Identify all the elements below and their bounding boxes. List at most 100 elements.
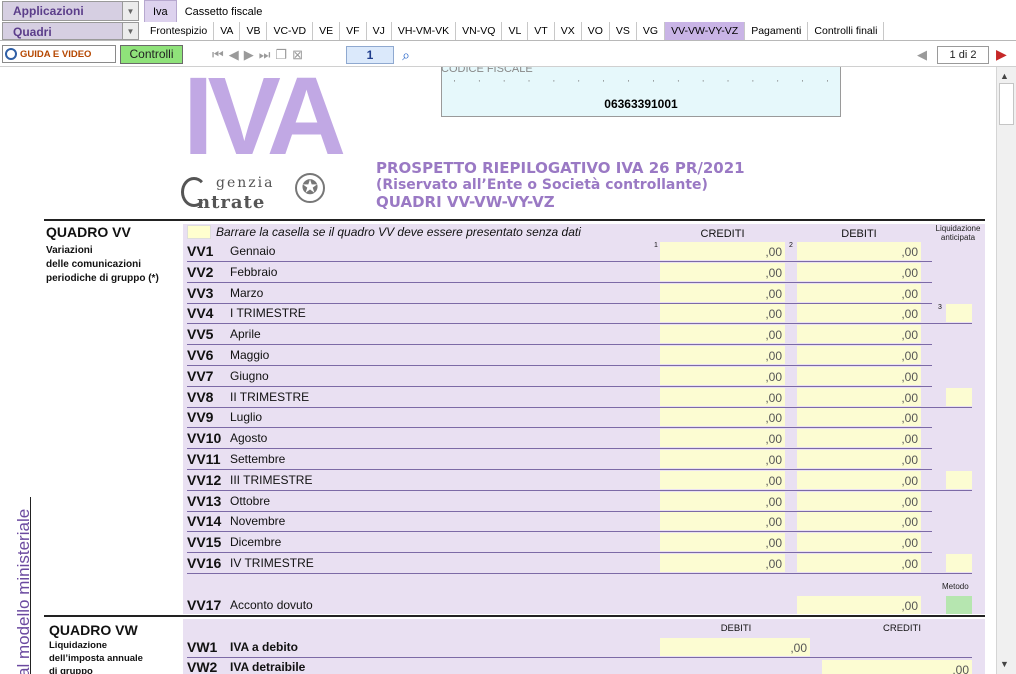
vv-row-desc: Settembre [230, 452, 286, 466]
vw1-debiti-field[interactable]: ,00 [660, 638, 810, 656]
tab-vg[interactable]: VG [637, 22, 666, 40]
tab-vb[interactable]: VB [240, 22, 268, 40]
vv-row-code: VV3 [187, 284, 214, 301]
vv-debiti-field[interactable]: ,00 [797, 470, 921, 489]
vv17-debiti-field[interactable]: ,00 [797, 596, 921, 614]
tab-cassetto-fiscale[interactable]: Cassetto fiscale [177, 1, 271, 22]
vv-debiti-field[interactable]: ,00 [797, 533, 921, 552]
tab-vn-vq[interactable]: VN-VQ [456, 22, 503, 40]
vv-row-code: VV15 [187, 534, 222, 551]
copy-page-icon[interactable]: ❐ [275, 47, 287, 63]
tab-ve[interactable]: VE [313, 22, 341, 40]
vv-crediti-field[interactable]: ,00 [660, 450, 785, 468]
emblem-icon: ✪ [295, 173, 325, 203]
vv-debiti-field[interactable]: ,00 [797, 242, 921, 260]
liquidazione-anticipata-field[interactable] [946, 470, 972, 489]
barrare-label: Barrare la casella se il quadro VV deve … [216, 225, 581, 239]
vv-debiti-field[interactable]: ,00 [797, 366, 921, 385]
tab-controlli-finali[interactable]: Controlli finali [808, 22, 885, 40]
vv-crediti-field[interactable]: ,00 [660, 491, 785, 510]
vv-crediti-field[interactable]: ,00 [660, 408, 785, 427]
search-icon [5, 48, 17, 60]
row-separator [187, 657, 972, 658]
liquidazione-anticipata-field[interactable] [946, 387, 972, 406]
find-icon[interactable]: ⌕ [398, 47, 414, 63]
vv-crediti-field[interactable]: ,00 [660, 387, 785, 406]
vv-debiti-field[interactable]: ,00 [797, 325, 921, 344]
vv-crediti-field[interactable]: ,00 [660, 304, 785, 323]
first-page-icon[interactable]: ⏮ [212, 47, 224, 63]
vv-row-code: VV11 [187, 451, 221, 467]
vv-debiti-field[interactable]: ,00 [797, 283, 921, 302]
tab-vo[interactable]: VO [582, 22, 610, 40]
tab-vj[interactable]: VJ [367, 22, 392, 40]
barrare-checkbox[interactable] [187, 225, 211, 239]
vv-crediti-field[interactable]: ,00 [660, 470, 785, 489]
vv-row-desc: Agosto [230, 431, 268, 446]
chevron-down-icon[interactable]: ▼ [122, 2, 138, 20]
vv-debiti-field[interactable]: ,00 [797, 554, 921, 572]
scroll-thumb[interactable] [999, 83, 1014, 125]
vv-debiti-field[interactable]: ,00 [797, 429, 921, 448]
applicazioni-dropdown[interactable]: Applicazioni ▼ [2, 1, 139, 21]
tab-vc-vd[interactable]: VC-VD [267, 22, 314, 40]
vv-debiti-field[interactable]: ,00 [797, 262, 921, 281]
vv-crediti-field[interactable]: ,00 [660, 262, 785, 281]
vertical-scrollbar[interactable]: ▲ ▼ [996, 67, 1016, 674]
tab-vx[interactable]: VX [555, 22, 582, 40]
page-number-input[interactable]: 1 [346, 46, 394, 64]
vw2-crediti-field[interactable]: ,00 [822, 660, 972, 674]
vw2-code: VW2 [187, 659, 218, 674]
vv-crediti-field[interactable]: ,00 [660, 533, 785, 552]
scroll-up-icon[interactable]: ▲ [1000, 71, 1009, 81]
vv-crediti-field[interactable]: ,00 [660, 366, 785, 385]
tab-vt[interactable]: VT [528, 22, 555, 40]
vv-crediti-field[interactable]: ,00 [660, 283, 785, 302]
vv-debiti-field[interactable]: ,00 [797, 304, 921, 323]
vv-crediti-field[interactable]: ,00 [660, 242, 785, 260]
quadri-dropdown[interactable]: Quadri ▼ [2, 22, 139, 40]
prev-icon[interactable]: ◀ [229, 47, 239, 63]
tab-iva[interactable]: Iva [144, 0, 177, 22]
tab-vh-vm-vk[interactable]: VH-VM-VK [392, 22, 457, 40]
vv-row-code: VV4 [187, 305, 214, 322]
vv-crediti-field[interactable]: ,00 [660, 429, 785, 448]
vv-row-code: VV16 [187, 555, 222, 571]
prev-page-icon[interactable]: ◀ [917, 47, 927, 63]
liquidazione-anticipata-field[interactable] [946, 554, 972, 572]
vv-crediti-field[interactable]: ,00 [660, 325, 785, 344]
guida-video-label: GUIDA E VIDEO [20, 48, 92, 60]
vv-crediti-field[interactable]: ,00 [660, 512, 785, 531]
vv-debiti-field[interactable]: ,00 [797, 387, 921, 406]
vv-crediti-field[interactable]: ,00 [660, 554, 785, 572]
vv-debiti-field[interactable]: ,00 [797, 450, 921, 468]
vw-debiti-header: DEBITI [720, 623, 752, 634]
tab-vf[interactable]: VF [340, 22, 367, 40]
tab-vl[interactable]: VL [502, 22, 529, 40]
chevron-down-icon[interactable]: ▼ [122, 23, 138, 39]
scroll-down-icon[interactable]: ▼ [1000, 659, 1009, 669]
vv-debiti-field[interactable]: ,00 [797, 346, 921, 364]
sup-2: 2 [789, 242, 793, 249]
controlli-button[interactable]: Controlli [120, 45, 183, 64]
delete-page-icon[interactable]: ⊠ [292, 47, 303, 63]
last-page-icon[interactable]: ⏭ [259, 47, 271, 63]
next-icon[interactable]: ▶ [244, 47, 254, 63]
next-page-icon[interactable]: ▶ [996, 46, 1007, 63]
vv-debiti-field[interactable]: ,00 [797, 512, 921, 531]
tab-va[interactable]: VA [214, 22, 241, 40]
tab-vs[interactable]: VS [610, 22, 637, 40]
tab-vv-vw-vy-vz[interactable]: VV-VW-VY-VZ [665, 22, 746, 40]
vv-debiti-field[interactable]: ,00 [797, 408, 921, 427]
vv-crediti-field[interactable]: ,00 [660, 346, 785, 364]
vv-row-code: VV1 [187, 243, 214, 259]
guida-video-button[interactable]: GUIDA E VIDEO [2, 45, 116, 63]
tab-pagamenti[interactable]: Pagamenti [745, 22, 809, 40]
liquidazione-anticipata-field[interactable] [946, 304, 972, 323]
metodo-field[interactable] [946, 596, 972, 614]
sup-1: 1 [654, 242, 658, 249]
quadro-vv-subtitle: Variazioni delle comunicazioni periodich… [46, 245, 159, 284]
vv-debiti-field[interactable]: ,00 [797, 491, 921, 510]
tab-frontespizio[interactable]: Frontespizio [144, 22, 215, 40]
title-line-2: (Riservato all’Ente o Società controllan… [376, 177, 708, 193]
